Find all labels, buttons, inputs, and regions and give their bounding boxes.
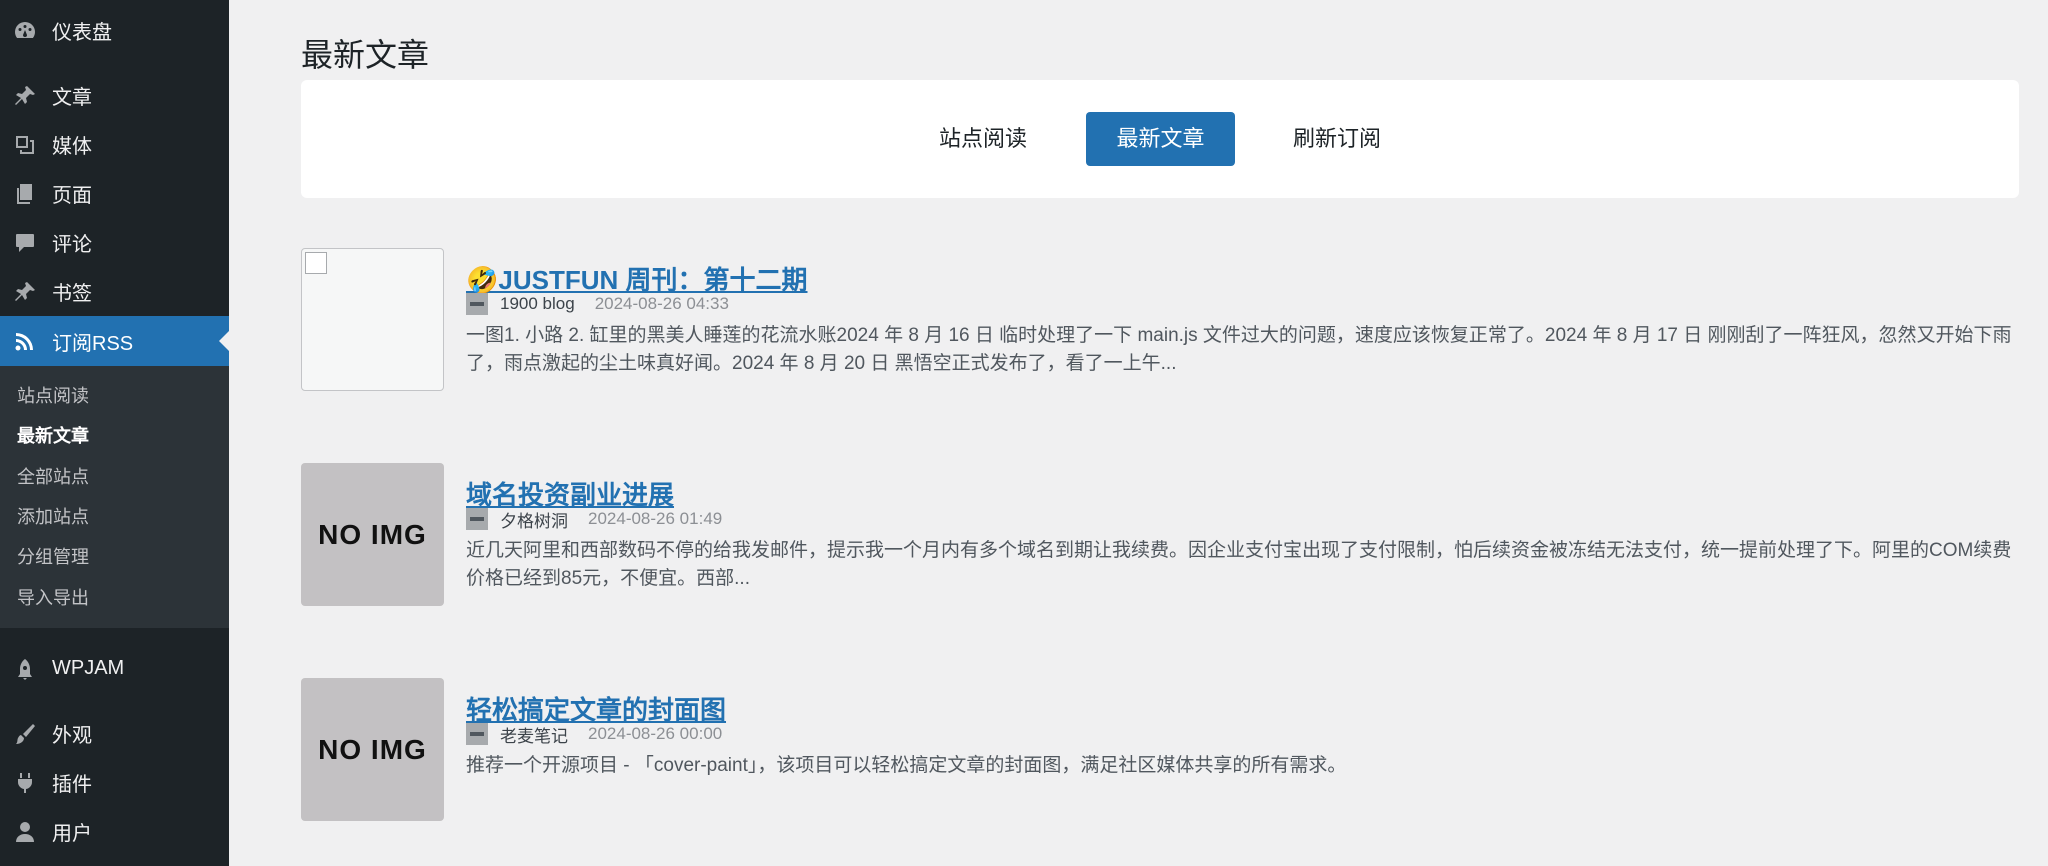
rss-icon: [12, 328, 38, 354]
sidebar-item-label: 订阅RSS: [52, 332, 134, 355]
article-date: 2024-08-26 01:49: [588, 509, 723, 528]
article-excerpt: 一图1. 小路 2. 缸里的黑美人睡莲的花流水账2024 年 8 月 16 日 …: [466, 325, 2012, 374]
article-source: 老麦笔记: [500, 726, 568, 746]
site-favicon-icon: [466, 508, 488, 530]
submenu-item-all-sites[interactable]: 全部站点: [17, 463, 89, 491]
article-excerpt: 推荐一个开源项目 - 「cover-paint」，该项目可以轻松搞定文章的封面图…: [466, 755, 1347, 776]
sidebar-item-media[interactable]: 媒体: [0, 120, 229, 169]
media-icon: [12, 132, 38, 158]
submenu-item-group-manage[interactable]: 分组管理: [17, 543, 89, 571]
plugin-icon: [12, 770, 38, 796]
article-meta: 老麦笔记 2024-08-26 00:00: [466, 722, 722, 746]
tab-bar: 站点阅读 最新文章 刷新订阅: [301, 80, 2019, 198]
sidebar-item-bookmarks[interactable]: 书签: [0, 267, 229, 316]
article-source: 1900 blog: [500, 294, 575, 313]
sidebar-item-rss[interactable]: 订阅RSS: [0, 316, 229, 366]
rss-submenu: 站点阅读 最新文章 全部站点 添加站点 分组管理 导入导出: [0, 366, 229, 628]
sidebar-item-posts[interactable]: 文章: [0, 71, 229, 120]
tab-latest-articles[interactable]: 最新文章: [1086, 112, 1235, 166]
sidebar-item-label: 媒体: [52, 136, 92, 158]
broken-image-icon: [305, 252, 327, 274]
sidebar-item-label: 外观: [52, 725, 92, 747]
sidebar-item-dashboard[interactable]: 仪表盘: [0, 6, 229, 55]
sidebar-item-label: 仪表盘: [52, 22, 112, 44]
brush-icon: [12, 721, 38, 747]
pin-icon: [12, 83, 38, 109]
sidebar-item-label: 书签: [52, 283, 92, 305]
article-item: NO IMG 域名投资副业进展 夕格树洞 2024-08-26 01:49 近几…: [301, 463, 2019, 607]
article-meta: 1900 blog 2024-08-26 04:33: [466, 292, 729, 316]
site-favicon-icon: [466, 293, 488, 315]
submenu-item-site-reading[interactable]: 站点阅读: [17, 382, 89, 410]
sidebar-item-label: 插件: [52, 774, 92, 796]
rocket-icon: [12, 656, 38, 682]
article-item: 🤣JUSTFUN 周刊：第十二期 1900 blog 2024-08-26 04…: [301, 248, 2019, 392]
site-favicon-icon: [466, 723, 488, 745]
tab-refresh-subscriptions[interactable]: 刷新订阅: [1257, 112, 1417, 166]
sidebar-item-label: 用户: [52, 823, 92, 845]
tab-site-reading[interactable]: 站点阅读: [903, 112, 1063, 166]
sidebar-item-pages[interactable]: 页面: [0, 169, 229, 218]
sidebar-item-label: 文章: [52, 87, 92, 109]
page-title: 最新文章: [301, 37, 430, 73]
sidebar-item-appearance[interactable]: 外观: [0, 709, 229, 758]
article-thumbnail[interactable]: NO IMG: [301, 678, 444, 821]
submenu-item-import-export[interactable]: 导入导出: [17, 584, 89, 612]
sidebar-item-users[interactable]: 用户: [0, 807, 229, 856]
article-thumbnail[interactable]: [301, 248, 444, 391]
sidebar-item-wpjam[interactable]: WPJAM: [0, 644, 229, 693]
sidebar-item-comments[interactable]: 评论: [0, 218, 229, 267]
pin-icon: [12, 279, 38, 305]
user-icon: [12, 819, 38, 845]
article-thumbnail[interactable]: NO IMG: [301, 463, 444, 606]
sidebar-item-label: 页面: [52, 185, 92, 207]
submenu-item-add-site[interactable]: 添加站点: [17, 503, 89, 531]
article-date: 2024-08-26 04:33: [594, 294, 729, 313]
sidebar-item-label: 评论: [52, 234, 92, 256]
comment-icon: [12, 230, 38, 256]
article-meta: 夕格树洞 2024-08-26 01:49: [466, 507, 722, 531]
dashboard-icon: [12, 18, 38, 44]
article-source: 夕格树洞: [500, 511, 568, 531]
article-item: NO IMG 轻松搞定文章的封面图 老麦笔记 2024-08-26 00:00 …: [301, 678, 2019, 822]
sidebar-item-label: WPJAM: [52, 657, 125, 679]
submenu-item-latest-articles[interactable]: 最新文章: [17, 422, 89, 450]
article-date: 2024-08-26 00:00: [588, 724, 723, 743]
admin-sidebar: 仪表盘 文章 媒体 页面 评论 书签 订阅RSS 站点阅读 最新文章 全部站点 …: [0, 0, 229, 866]
sidebar-item-plugins[interactable]: 插件: [0, 758, 229, 807]
article-excerpt: 近几天阿里和西部数码不停的给我发邮件，提示我一个月内有多个域名到期让我续费。因企…: [466, 540, 2012, 589]
page-icon: [12, 181, 38, 207]
